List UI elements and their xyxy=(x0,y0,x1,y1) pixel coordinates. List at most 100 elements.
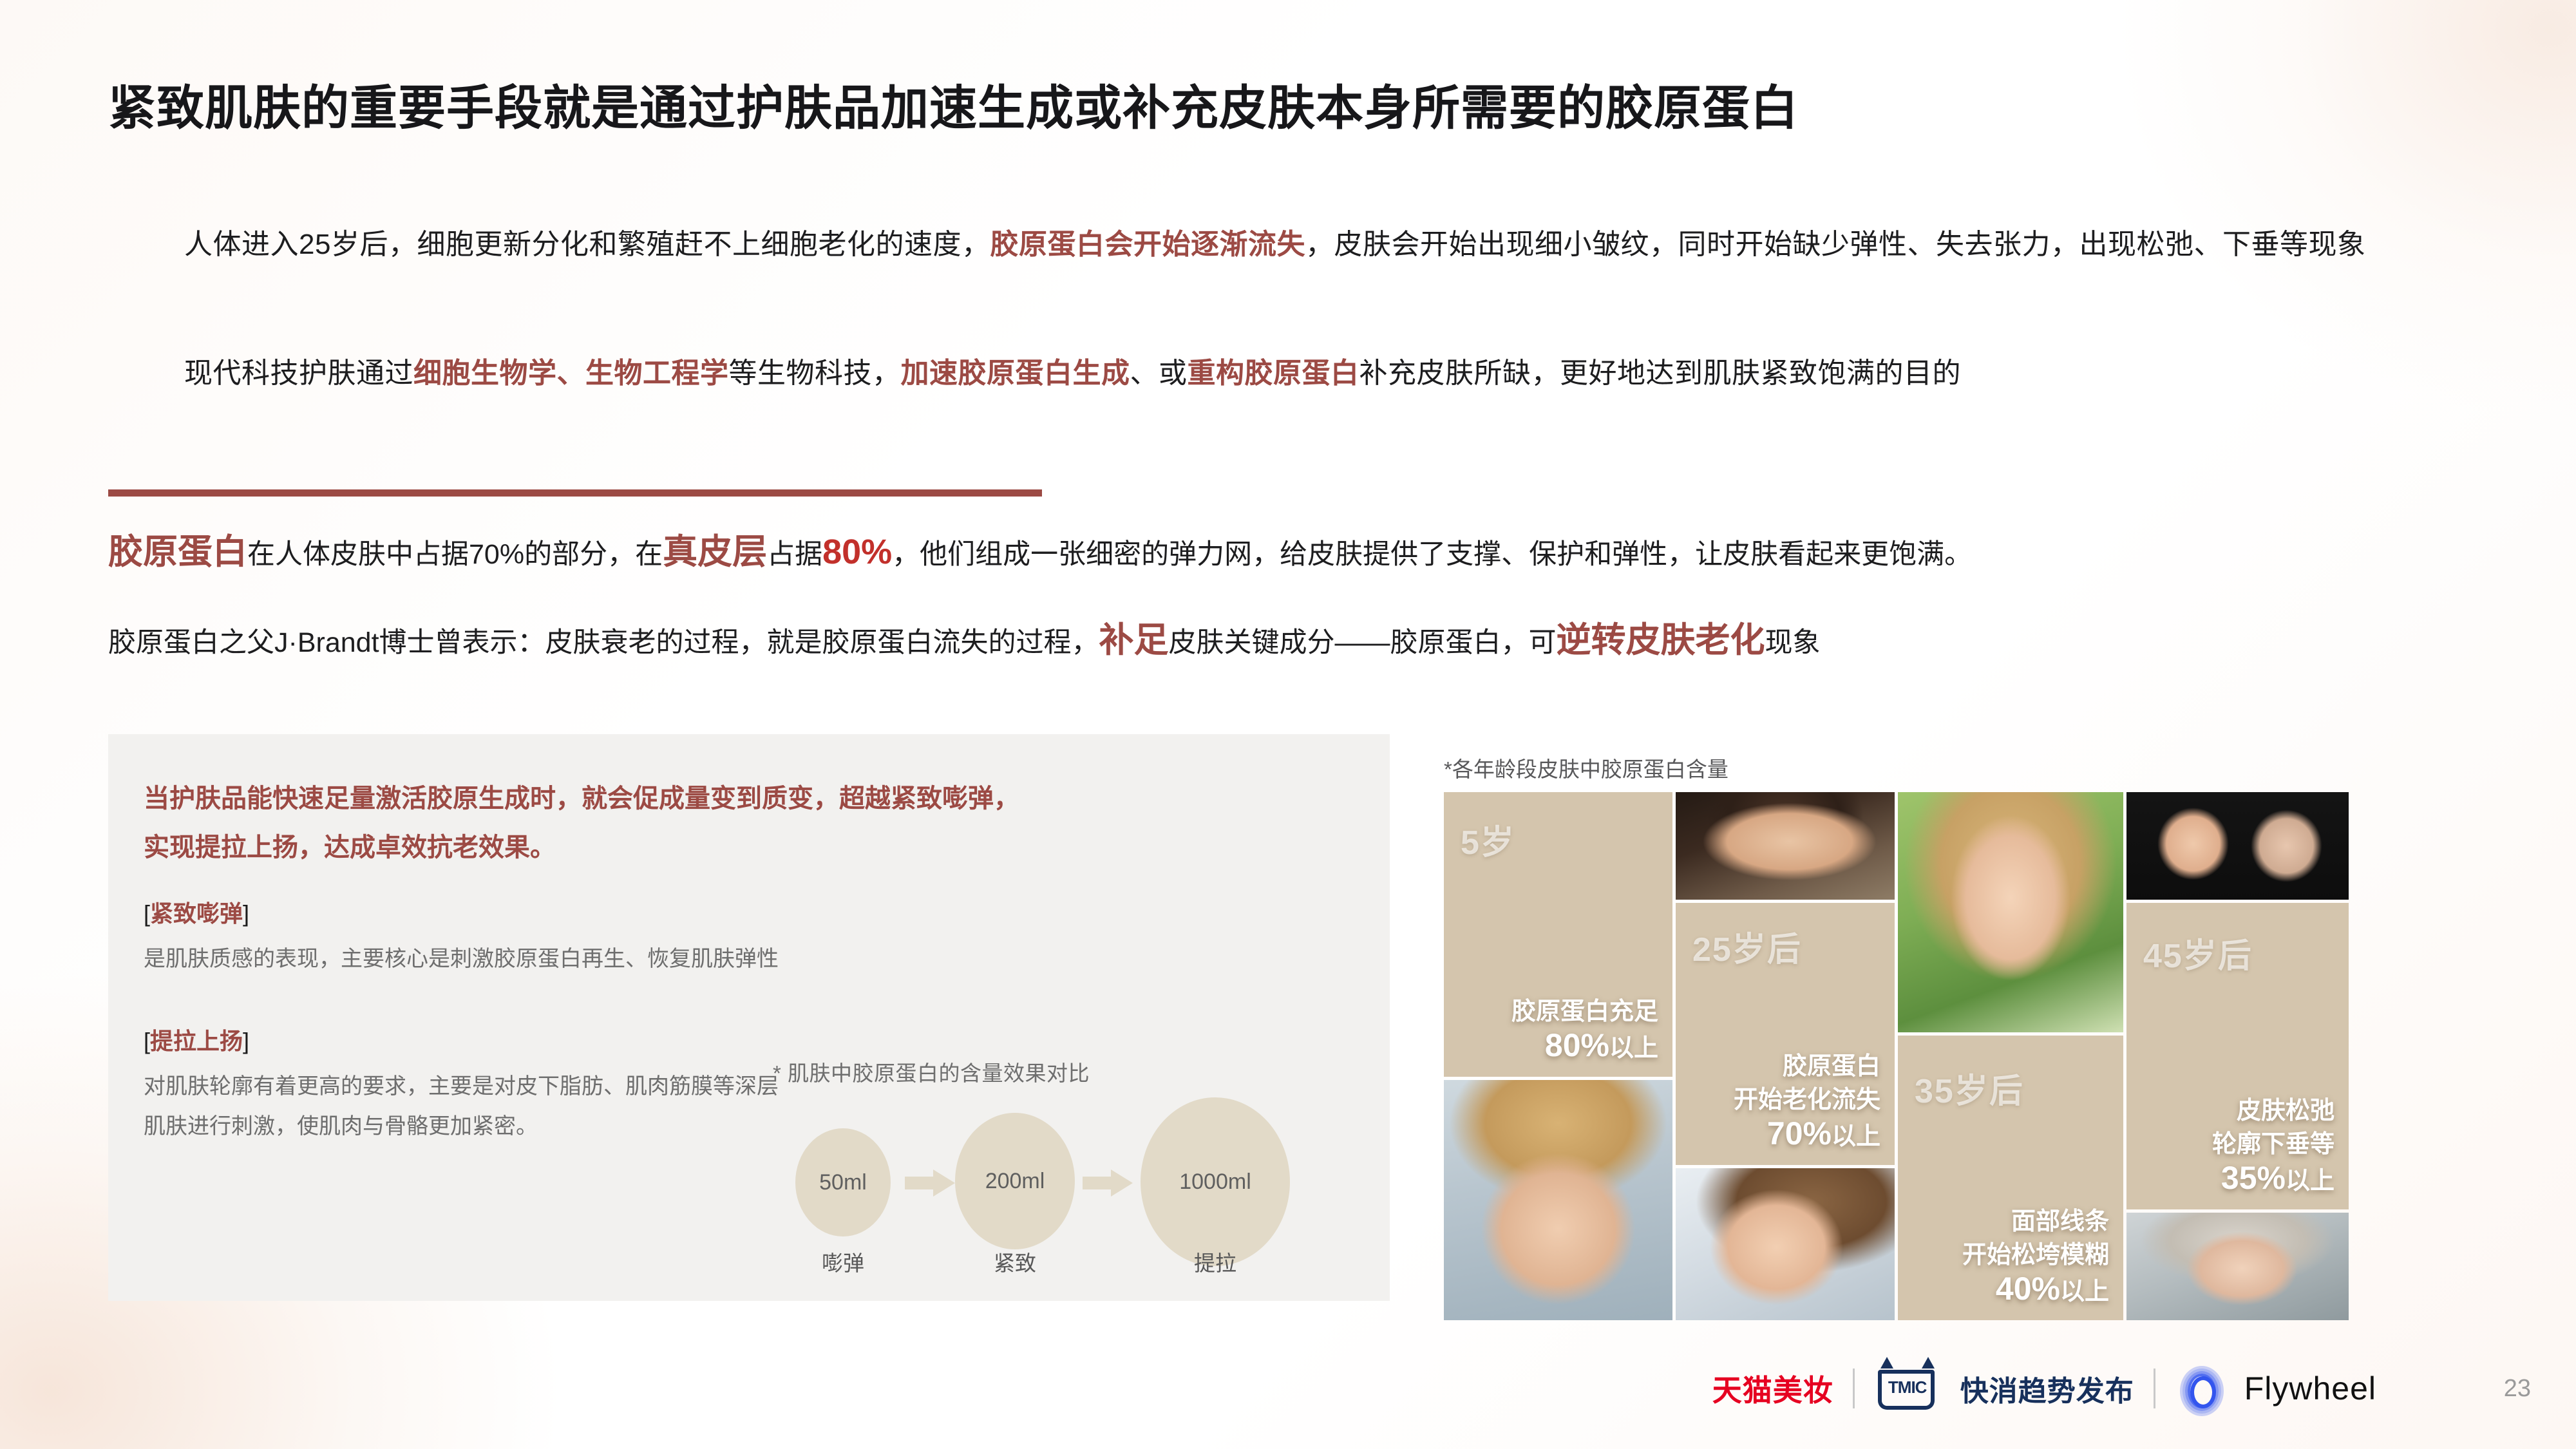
stage-card-45: 45岁后 皮肤松弛 轮廓下垂等 35%以上 xyxy=(2126,902,2349,1210)
middle-aged-woman-photo xyxy=(1898,792,2123,1033)
stage-caption-25-line-1: 胶原蛋白 xyxy=(1782,1053,1880,1081)
cat-ear-right xyxy=(1921,1357,1935,1368)
facts-line-1: 胶原蛋白在人体皮肤中占据70%的部分，在真皮层占据80%，他们组成一张细密的弹力… xyxy=(108,527,2478,580)
block-1-label-text: 紧致嘭弹 xyxy=(150,900,243,927)
stage-caption-25-line-2: 开始老化流失 xyxy=(1733,1086,1880,1114)
age-collagen-photo-grid: 5岁 胶原蛋白充足 80%以上 25岁后 胶原蛋白 开始老化流失 70%以上 3… xyxy=(1444,792,2349,1320)
intro-p2-text-b: 等生物科技， xyxy=(728,357,901,389)
arrow-shaft xyxy=(905,1177,936,1189)
block-2-label-text: 提拉上扬 xyxy=(150,1028,243,1054)
stage-caption-5-line-1: 胶原蛋白充足 xyxy=(1511,998,1658,1025)
facts-l1-text-a2: 占据 xyxy=(767,539,823,570)
stage-caption-35: 面部线条 开始松垮模糊 40%以上 xyxy=(1962,1205,2109,1309)
stage-caption-35-line-1: 面部线条 xyxy=(2011,1208,2109,1235)
intro-p2-highlight-1: 细胞生物学、生物工程学 xyxy=(413,357,729,389)
bracket-open-icon: [ xyxy=(144,900,151,927)
stage-pct-5: 80% xyxy=(1544,1027,1609,1063)
stage-caption-5-line-2: 以上 xyxy=(1609,1034,1658,1062)
stage-pct-35: 40% xyxy=(1995,1271,2060,1307)
arrow-shaft xyxy=(1083,1177,1113,1189)
intro-p1-text-b: ，皮肤会开始出现细小皱纹，同时开始缺少弹性、失去张力，出现松弛、下垂等现象 xyxy=(1305,229,2366,260)
stage-card-25: 25岁后 胶原蛋白 开始老化流失 70%以上 xyxy=(1676,902,1895,1166)
facts-l1-text-a: 在人体皮肤中占据70%的部分，在 xyxy=(247,539,663,570)
intro-p2-highlight-2: 加速胶原蛋白生成 xyxy=(900,357,1130,389)
stage-pct-25: 70% xyxy=(1766,1115,1832,1152)
facts-l2-text-a: 胶原蛋白之父J·Brandt博士曾表示：皮肤衰老的过程，就是胶原蛋白流失的过程， xyxy=(108,627,1099,658)
volume-chart-title: * 肌肤中胶原蛋白的含量效果对比 xyxy=(773,1061,1090,1085)
senior-woman-photo xyxy=(2126,1213,2349,1320)
block-1-label: [紧致嘭弹] xyxy=(144,895,249,929)
tmic-label: 快消趋势发布 xyxy=(1960,1376,2134,1407)
intro-p2-text-d: 补充皮肤所缺，更好地达到肌肤紧致饱满的目的 xyxy=(1359,357,1961,389)
stage-age-label-25: 25岁后 xyxy=(1692,931,1802,969)
intro-p1-text-a: 人体进入25岁后，细胞更新分化和繁殖赶不上细胞老化的速度， xyxy=(184,229,990,260)
footer-separator xyxy=(1852,1368,1855,1408)
stage-caption-45-line-2: 轮廓下垂等 xyxy=(2211,1131,2334,1159)
bracket-close-icon: ] xyxy=(243,900,250,927)
stage-caption-25: 胶原蛋白 开始老化流失 70%以上 xyxy=(1734,1050,1880,1153)
stage-caption-45: 皮肤松弛 轮廓下垂等 35%以上 xyxy=(2212,1094,2334,1198)
stage-pct-45: 35% xyxy=(2221,1160,2286,1197)
volume-category-3: 提拉 xyxy=(1194,1251,1236,1275)
stage-age-label-45: 45岁后 xyxy=(2143,937,2253,975)
left-card-headline-line-2: 实现提拉上扬，达成卓效抗老效果。 xyxy=(144,833,556,862)
volume-category-1: 嘭弹 xyxy=(822,1251,864,1275)
intro-paragraph-1: 人体进入25岁后，细胞更新分化和繁殖赶不上细胞老化的速度，胶原蛋白会开始逐渐流失… xyxy=(108,218,2478,272)
tmall-beauty-logo: 天猫美妆 xyxy=(1712,1374,1833,1407)
left-card-headline-line-1: 当护肤品能快速足量激活胶原生成时，就会促成量变到质变，超越紧致嘭弹， xyxy=(144,784,1019,813)
stage-card-35: 35岁后 面部线条 开始松垮模糊 40%以上 xyxy=(1898,1036,2123,1320)
photo-grid-note: *各年龄段皮肤中胶原蛋白含量 xyxy=(1444,757,1728,781)
facts-percentage-80: 80% xyxy=(822,533,893,571)
stage-caption-35-line-3: 以上 xyxy=(2060,1278,2109,1305)
arrow-right-icon xyxy=(905,1170,955,1197)
facts-dermis-label: 真皮层 xyxy=(663,533,768,571)
footer-logo-bar: 天猫美妆 TMIC 快消趋势发布 Flywheel xyxy=(1712,1357,2376,1416)
facts-l2-text-c: 现象 xyxy=(1765,627,1821,658)
stage-card-5: 5岁 胶原蛋白充足 80%以上 xyxy=(1444,792,1672,1077)
stage-age-label-35: 35岁后 xyxy=(1915,1073,2024,1111)
volume-chart: 50ml 200ml 1000ml 嘭弹 紧致 提拉 xyxy=(782,1097,1349,1275)
facts-l2-text-b: 皮肤关键成分——胶原蛋白，可 xyxy=(1168,627,1557,658)
left-card-headline: 当护肤品能快速足量激活胶原生成时，就会促成量变到质变，超越紧致嘭弹， 实现提拉上… xyxy=(144,774,1296,872)
section-divider xyxy=(108,489,1042,497)
aging-comparison-photo xyxy=(2126,792,2349,900)
volume-bubble-2: 200ml xyxy=(955,1113,1075,1249)
intro-p2-text-a: 现代科技护肤通过 xyxy=(184,357,413,389)
arrow-head xyxy=(1111,1170,1133,1197)
arrow-head xyxy=(933,1170,955,1197)
footer: 天猫美妆 TMIC 快消趋势发布 Flywheel 23 xyxy=(0,1340,2576,1449)
flywheel-wordmark: Flywheel xyxy=(2244,1370,2376,1406)
stage-caption-45-line-1: 皮肤松弛 xyxy=(2236,1097,2334,1125)
bracket-close-icon: ] xyxy=(243,1028,250,1054)
facts-l1-text-b: ，他们组成一张细密的弹力网，给皮肤提供了支撑、保护和弹性，让皮肤看起来更饱满。 xyxy=(892,539,1973,570)
facts-reverse-aging-label: 逆转皮肤老化 xyxy=(1556,621,1765,659)
block-2-label: [提拉上扬] xyxy=(144,1023,249,1056)
page-number: 23 xyxy=(2503,1375,2531,1402)
intro-p2-text-c: 、或 xyxy=(1130,357,1188,389)
intro-p2-highlight-3: 重构胶原蛋白 xyxy=(1187,357,1359,389)
intro-paragraph-2: 现代科技护肤通过细胞生物学、生物工程学等生物科技，加速胶原蛋白生成、或重构胶原蛋… xyxy=(108,346,2478,401)
stage-caption-35-line-2: 开始松垮模糊 xyxy=(1962,1242,2109,1269)
slide-root: 紧致肌肤的重要手段就是通过护肤品加速生成或补充皮肤本身所需要的胶原蛋白 人体进入… xyxy=(0,0,2576,1449)
cat-ear-left xyxy=(1880,1357,1893,1368)
young-woman-photo xyxy=(1676,792,1895,900)
facts-collagen-label: 胶原蛋白 xyxy=(108,533,247,571)
flywheel-swirl-icon xyxy=(2175,1363,2225,1416)
arrow-right-icon xyxy=(1083,1170,1133,1197)
tmic-mark-text: TMIC xyxy=(1888,1378,1927,1397)
facts-replenish-label: 补足 xyxy=(1099,621,1169,659)
facts-line-2: 胶原蛋白之父J·Brandt博士曾表示：皮肤衰老的过程，就是胶原蛋白流失的过程，… xyxy=(108,615,2478,668)
volume-bubble-3: 1000ml xyxy=(1141,1097,1290,1266)
stage-caption-5: 胶原蛋白充足 80%以上 xyxy=(1511,995,1658,1065)
volume-bubble-1: 50ml xyxy=(795,1128,891,1236)
intro-p1-highlight: 胶原蛋白会开始逐渐流失 xyxy=(990,229,1305,260)
tmic-cat-icon: TMIC xyxy=(1874,1357,1941,1412)
block-2-description: 对肌肤轮廓有着更高的要求，主要是对皮下脂肪、肌肉筋膜等深层肌肤进行刺激，使肌肉与… xyxy=(144,1074,779,1139)
stage-caption-25-line-3: 以上 xyxy=(1831,1123,1880,1151)
page-title: 紧致肌肤的重要手段就是通过护肤品加速生成或补充皮肤本身所需要的胶原蛋白 xyxy=(108,81,1799,135)
child-photo xyxy=(1444,1079,1672,1320)
smiling-woman-photo xyxy=(1676,1168,1895,1320)
swirl-ring-5 xyxy=(2190,1376,2216,1408)
footer-separator xyxy=(2153,1368,2155,1408)
bracket-open-icon: [ xyxy=(144,1028,151,1054)
